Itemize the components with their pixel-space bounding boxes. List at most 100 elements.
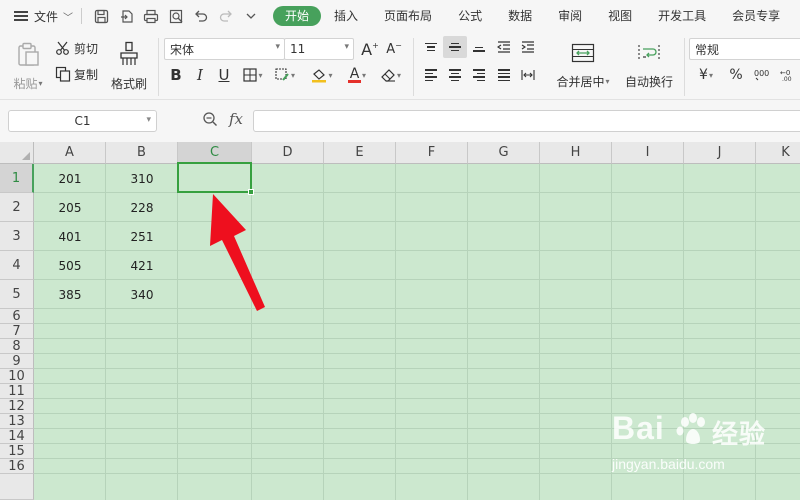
file-menu-label: 文件: [34, 9, 59, 24]
tab-developer[interactable]: 开发工具: [645, 6, 719, 26]
align-bottom-button[interactable]: [467, 36, 491, 58]
align-left-icon: [425, 69, 437, 81]
merge-cells-icon: [571, 43, 595, 62]
hamburger-icon: [14, 10, 28, 22]
italic-button[interactable]: I: [188, 64, 212, 86]
align-left-button[interactable]: [419, 64, 443, 86]
ribbon-home: 粘贴 ▾ 剪切 复制 格式刷 宋体 ▾ 11 ▾ A + A − B I U ▾…: [0, 32, 800, 100]
thousands-separator-button[interactable]: 000: [750, 64, 774, 86]
watermark-url: jingyan.baidu.com: [612, 456, 725, 472]
chevron-down-icon: ▾: [396, 70, 401, 80]
copy-icon: [55, 66, 71, 82]
underline-button[interactable]: U: [212, 64, 236, 86]
print-icon[interactable]: [140, 5, 162, 27]
tab-member[interactable]: 会员专享: [719, 6, 793, 26]
red-arrow-icon: [210, 194, 265, 311]
grow-font-button[interactable]: A +: [358, 38, 382, 60]
align-middle-button[interactable]: [443, 36, 467, 58]
tab-insert[interactable]: 插入: [321, 6, 371, 26]
align-top-icon: [425, 42, 437, 52]
name-box[interactable]: C1 ▾: [8, 110, 157, 132]
paw-icon: [676, 413, 705, 444]
ribbon-divider: [684, 38, 685, 96]
align-right-button[interactable]: [467, 64, 491, 86]
font-name-value: 宋体: [170, 42, 195, 57]
customize-toolbar-icon[interactable]: [240, 5, 262, 27]
borders-button[interactable]: ▾: [238, 64, 268, 86]
font-color-swatch: [347, 79, 361, 83]
thousands-separator-icon: 000: [754, 69, 769, 81]
number-format-select[interactable]: 常规: [689, 38, 800, 60]
caret-down-icon: −: [395, 40, 402, 50]
increase-indent-button[interactable]: [516, 36, 540, 58]
align-bottom-icon: [473, 43, 485, 52]
formula-bar: C1 ▾ fx: [0, 100, 800, 142]
merge-center-button[interactable]: 合并居中 ▾: [552, 36, 614, 96]
function-icon[interactable]: fx: [229, 110, 243, 128]
tab-data[interactable]: 数据: [495, 6, 545, 26]
grow-font-icon: A: [361, 39, 373, 59]
align-middle-icon: [449, 42, 461, 52]
wrap-text-button[interactable]: 自动换行: [620, 36, 678, 96]
cell-style-icon: [275, 68, 289, 81]
decrease-indent-button[interactable]: [492, 36, 516, 58]
font-size-value: 11: [290, 42, 306, 56]
cut-button[interactable]: 剪切: [55, 38, 98, 58]
chevron-down-icon: ▾: [275, 42, 280, 52]
toolbar-divider: [81, 8, 83, 24]
number-format-value: 常规: [695, 42, 720, 57]
caret-up-icon: +: [372, 40, 379, 50]
shrink-font-button[interactable]: A −: [382, 38, 406, 60]
chevron-down-icon: ▾: [38, 78, 43, 88]
chevron-down-icon: ▾: [258, 70, 263, 80]
tab-review[interactable]: 审阅: [545, 6, 595, 26]
print-preview-icon[interactable]: [165, 5, 187, 27]
align-center-icon: [449, 69, 461, 81]
chevron-down-icon: ▾: [328, 70, 333, 80]
bold-button[interactable]: B: [164, 64, 188, 86]
fill-color-button[interactable]: ▾: [306, 64, 338, 86]
format-painter-button[interactable]: 格式刷: [108, 36, 150, 96]
clear-button[interactable]: ▾: [376, 64, 406, 86]
chevron-down-icon: ▾: [146, 115, 151, 125]
file-menu[interactable]: 文件 ﹀: [0, 0, 73, 32]
cell-style-button[interactable]: ▾: [270, 64, 300, 86]
align-top-button[interactable]: [419, 36, 443, 58]
tab-view[interactable]: 视图: [595, 6, 645, 26]
percent-button[interactable]: %: [724, 64, 748, 86]
paintbrush-icon: [120, 41, 138, 65]
ribbon-divider: [158, 38, 159, 96]
align-center-button[interactable]: [443, 64, 467, 86]
redo-icon[interactable]: [215, 5, 237, 27]
font-size-select[interactable]: 11 ▾: [284, 38, 354, 60]
font-name-select[interactable]: 宋体 ▾: [164, 38, 285, 60]
justify-button[interactable]: [492, 64, 516, 86]
copy-button[interactable]: 复制: [55, 64, 98, 84]
copy-label: 复制: [74, 67, 99, 82]
save-icon[interactable]: [90, 5, 112, 27]
ribbon-divider: [413, 38, 414, 96]
wrap-text-icon: [638, 44, 660, 61]
watermark-suffix: 经验: [712, 419, 767, 449]
font-color-button[interactable]: A ▾: [342, 64, 372, 86]
tab-page-layout[interactable]: 页面布局: [371, 6, 445, 26]
formula-input[interactable]: [253, 110, 800, 132]
export-icon[interactable]: [115, 5, 137, 27]
undo-icon[interactable]: [190, 5, 212, 27]
chevron-down-icon: ▾: [290, 70, 295, 80]
align-right-icon: [473, 69, 485, 81]
spreadsheet-grid[interactable]: A B C D E F G H I J K 1 2 3 4 5 6 7 8 9 …: [0, 142, 800, 500]
italic-icon: I: [197, 66, 203, 84]
zoom-icon[interactable]: [202, 111, 218, 131]
distributed-align-button[interactable]: [516, 64, 540, 86]
paste-button[interactable]: 粘贴 ▾: [10, 36, 46, 96]
currency-icon: ¥: [699, 67, 708, 83]
tab-home[interactable]: 开始: [273, 6, 322, 26]
paste-label: 粘贴: [13, 76, 38, 91]
chevron-down-icon: ▾: [605, 76, 610, 86]
increase-decimal-button[interactable]: ←0.00: [776, 64, 800, 86]
percent-icon: %: [729, 67, 743, 83]
tab-formulas[interactable]: 公式: [445, 6, 495, 26]
chevron-down-icon: ﹀: [63, 12, 74, 24]
currency-button[interactable]: ¥ ▾: [692, 64, 720, 86]
